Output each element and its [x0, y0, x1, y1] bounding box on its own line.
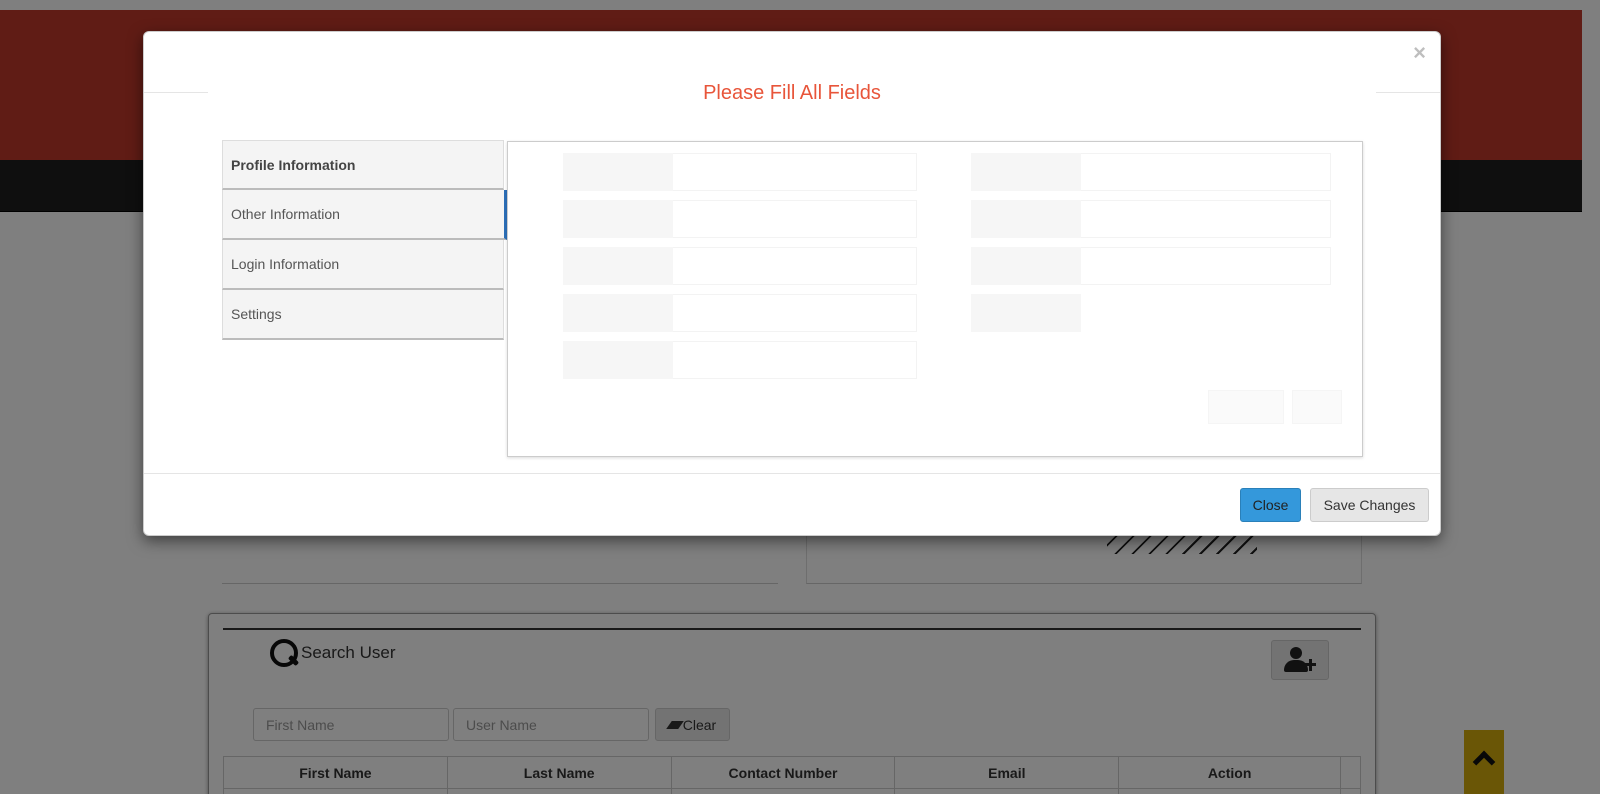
form-field[interactable] — [563, 200, 917, 238]
form-button[interactable] — [1292, 390, 1342, 424]
tab-label: Profile Information — [231, 156, 356, 173]
tab-content-panel — [507, 141, 1363, 457]
form-field[interactable] — [971, 247, 1331, 285]
form-field[interactable] — [563, 153, 917, 191]
close-button[interactable]: Close — [1240, 488, 1301, 522]
modal-close-icon[interactable]: × — [1413, 42, 1426, 64]
tab-settings[interactable]: Settings — [222, 290, 504, 340]
tab-other-information[interactable]: Other Information — [222, 190, 507, 240]
form-field[interactable] — [563, 247, 917, 285]
footer-divider — [144, 473, 1440, 474]
form-field[interactable] — [563, 294, 917, 332]
modal-tab-list: Profile Information Other Information Lo… — [222, 140, 507, 340]
tab-profile-information[interactable]: Profile Information — [222, 140, 504, 190]
form-field[interactable] — [971, 200, 1331, 238]
tab-label: Other Information — [231, 206, 340, 222]
form-button[interactable] — [1208, 390, 1284, 424]
tab-label: Login Information — [231, 256, 340, 272]
modal-title: Please Fill All Fields — [703, 82, 881, 104]
form-field[interactable] — [971, 294, 1081, 332]
save-changes-button[interactable]: Save Changes — [1310, 488, 1429, 522]
form-field[interactable] — [563, 341, 917, 379]
tab-label: Settings — [231, 306, 282, 322]
form-field[interactable] — [971, 153, 1331, 191]
fill-fields-modal: × Please Fill All Fields Profile Informa… — [143, 31, 1441, 536]
tab-login-information[interactable]: Login Information — [222, 240, 504, 290]
